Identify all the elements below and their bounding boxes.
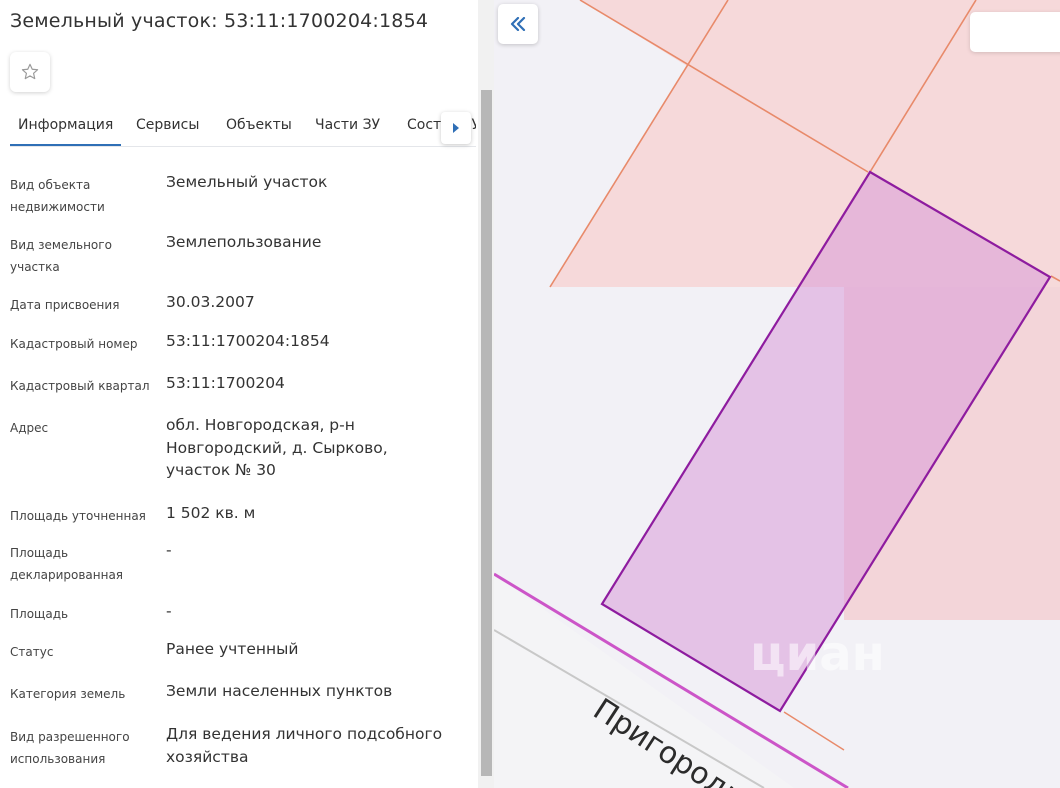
- property-value: Земельный участок: [166, 173, 328, 191]
- double-chevron-left-icon: [510, 17, 526, 31]
- caret-right-icon: [453, 123, 459, 133]
- tab-scroll-right-button[interactable]: [441, 112, 471, 144]
- property-label: Кадастровый номер: [10, 337, 138, 351]
- property-label: Адрес: [10, 421, 49, 435]
- property-value: Землепользование: [166, 233, 322, 251]
- property-value: -: [166, 541, 172, 559]
- property-label: Категория земель: [10, 687, 126, 701]
- tab-label: Части ЗУ: [315, 117, 381, 133]
- property-label: Площадь: [10, 607, 69, 621]
- property-value: Для ведения личного подсобного хозяйства: [166, 725, 443, 766]
- tab-objects[interactable]: Объекты: [226, 108, 292, 144]
- parcel-boundary: [783, 711, 845, 751]
- tab-parts[interactable]: Части ЗУ: [315, 108, 380, 144]
- property-label: Площадь уточненная: [10, 509, 146, 523]
- property-label: Вид земельного участка: [10, 238, 112, 274]
- watermark-logo: циан: [750, 626, 885, 682]
- tab-info[interactable]: Информация: [10, 108, 122, 146]
- property-value: Земли населенных пунктов: [166, 682, 393, 700]
- property-value: -: [166, 602, 172, 620]
- cadastral-map[interactable]: Пригородн циан: [494, 0, 1060, 788]
- info-panel: Земельный участок: 53:11:1700204:1854 Ин…: [0, 0, 478, 788]
- property-value: обл. Новгородская, р-н Новгородский, д. …: [166, 416, 388, 479]
- tab-bar: Информация Сервисы Объекты Части ЗУ Сост…: [10, 108, 476, 147]
- property-value: Ранее учтенный: [166, 640, 299, 658]
- map-search-box[interactable]: [970, 12, 1060, 52]
- property-label: Дата присвоения: [10, 298, 120, 312]
- property-label: Статус: [10, 645, 54, 659]
- tab-services[interactable]: Сервисы: [136, 108, 199, 144]
- property-value: 53:11:1700204:1854: [166, 332, 330, 350]
- property-label: Вид разрешенного использования: [10, 730, 130, 766]
- property-label: Площадь декларированная: [10, 546, 124, 582]
- property-value: 53:11:1700204: [166, 374, 285, 392]
- property-label: Вид объекта недвижимости: [10, 178, 105, 214]
- favorite-button[interactable]: [10, 52, 50, 92]
- property-value: 30.03.2007: [166, 293, 255, 311]
- tab-label: Информация: [18, 117, 114, 133]
- property-label: Кадастровый квартал: [10, 379, 150, 393]
- collapse-panel-button[interactable]: [498, 4, 538, 44]
- tab-label: Объекты: [226, 117, 292, 133]
- star-outline-icon: [21, 63, 39, 80]
- property-value: 1 502 кв. м: [166, 504, 256, 522]
- page-title: Земельный участок: 53:11:1700204:1854: [10, 10, 429, 32]
- tab-label: Сервисы: [136, 117, 200, 133]
- panel-scrollbar-thumb[interactable]: [481, 90, 492, 776]
